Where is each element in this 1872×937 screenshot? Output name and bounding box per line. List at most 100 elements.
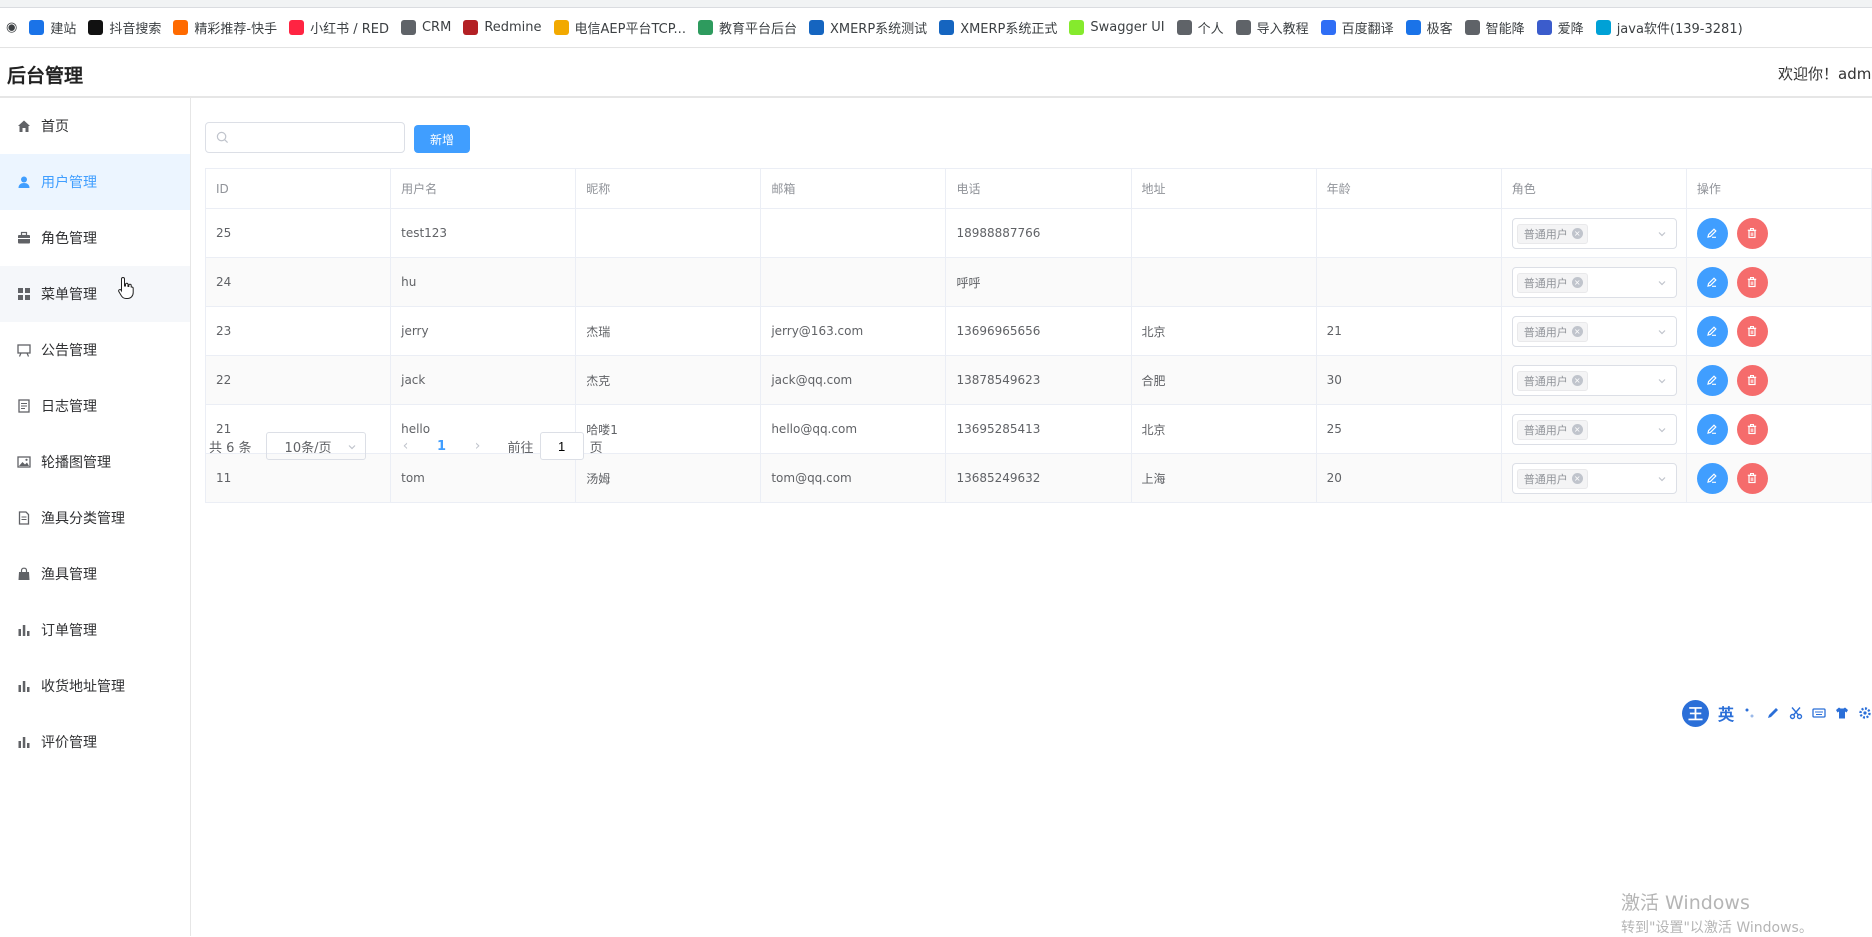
delete-button[interactable] bbox=[1736, 315, 1768, 347]
next-page-button[interactable]: › bbox=[464, 438, 492, 454]
bookmark-item[interactable]: XMERP系统正式 bbox=[939, 18, 1057, 37]
role-select[interactable]: 普通用户 × bbox=[1511, 217, 1677, 249]
tag-close-icon[interactable]: × bbox=[1571, 228, 1583, 239]
ime-language[interactable]: 英 bbox=[1718, 701, 1734, 725]
edit-pencil-icon bbox=[1707, 375, 1718, 385]
role-tag-label: 普通用户 bbox=[1523, 325, 1568, 339]
bookmark-item[interactable]: 电信AEP平台TCP... bbox=[553, 18, 686, 37]
cell-username: jack bbox=[391, 356, 577, 404]
column-header: 角色 bbox=[1502, 169, 1687, 208]
search-input[interactable] bbox=[236, 128, 396, 148]
ime-logo[interactable]: 王 bbox=[1682, 699, 1709, 727]
search-box[interactable] bbox=[205, 122, 405, 153]
chevron-down-icon bbox=[1657, 375, 1667, 385]
punctuation-icon[interactable] bbox=[1743, 706, 1757, 720]
sidebar-item[interactable]: 订单管理 bbox=[0, 602, 190, 658]
settings-gear-icon[interactable] bbox=[1858, 706, 1872, 720]
sidebar-item[interactable]: 首页 bbox=[0, 98, 190, 154]
bookmark-item[interactable]: Swagger UI bbox=[1069, 20, 1165, 35]
bookmark-item[interactable]: 个人 bbox=[1176, 18, 1224, 37]
translate-icon bbox=[1320, 20, 1336, 35]
bookmark-item[interactable]: 智能降 bbox=[1464, 18, 1525, 37]
log-icon bbox=[16, 399, 31, 414]
edit-button[interactable] bbox=[1696, 315, 1728, 347]
delete-button[interactable] bbox=[1736, 413, 1768, 445]
keyboard-icon[interactable] bbox=[1812, 706, 1826, 720]
edit-button[interactable] bbox=[1696, 413, 1728, 445]
bookmark-item[interactable]: 建站 bbox=[29, 18, 76, 37]
goto-page-input[interactable] bbox=[539, 432, 584, 460]
sidebar-item[interactable]: 角色管理 bbox=[0, 210, 190, 266]
sidebar-item[interactable]: 渔具分类管理 bbox=[0, 490, 190, 546]
app-title: 后台管理 bbox=[7, 65, 84, 87]
sidebar-item[interactable]: 菜单管理 bbox=[0, 266, 190, 322]
bookmark-label: XMERP系统正式 bbox=[960, 22, 1058, 37]
document-icon bbox=[16, 511, 31, 526]
sidebar-item[interactable]: 轮播图管理 bbox=[0, 434, 190, 490]
tag-close-icon[interactable]: × bbox=[1571, 326, 1583, 337]
delete-button[interactable] bbox=[1736, 462, 1768, 494]
column-header: 昵称 bbox=[576, 169, 762, 208]
bookmark-item[interactable]: java软件(139-3281) bbox=[1595, 18, 1743, 37]
sidebar-item[interactable]: 公告管理 bbox=[0, 322, 190, 378]
tag-close-icon[interactable]: × bbox=[1571, 424, 1583, 435]
cell-phone: 13685249632 bbox=[946, 454, 1132, 502]
cell-role: 普通用户 × bbox=[1502, 405, 1687, 453]
bookmark-item[interactable]: 爱降 bbox=[1536, 18, 1584, 37]
bookmark-label: 教育平台后台 bbox=[718, 22, 797, 37]
sidebar-item[interactable]: 日志管理 bbox=[0, 378, 190, 434]
bookmark-item[interactable]: 百度翻译 bbox=[1320, 18, 1394, 37]
cell-actions bbox=[1687, 307, 1872, 355]
bookmark-item[interactable]: CRM bbox=[400, 20, 451, 35]
bookmark-label: 个人 bbox=[1197, 22, 1224, 37]
pen-icon[interactable] bbox=[1766, 706, 1780, 720]
page-size-value: 10条/页 bbox=[284, 440, 332, 456]
page-size-select[interactable]: 10条/页 bbox=[265, 432, 366, 460]
scissors-icon[interactable] bbox=[1789, 706, 1803, 720]
add-button[interactable]: 新增 bbox=[414, 125, 470, 153]
current-page[interactable]: 1 bbox=[426, 439, 458, 454]
edit-button[interactable] bbox=[1696, 462, 1728, 494]
prev-page-button[interactable]: ‹ bbox=[392, 438, 420, 454]
delete-button[interactable] bbox=[1736, 266, 1768, 298]
bookmark-item[interactable]: XMERP系统测试 bbox=[808, 18, 927, 37]
sidebar-item-label: 渔具分类管理 bbox=[41, 511, 125, 527]
bookmarks-bar: ◉ 建站 抖音搜索 精彩推荐-快手 小红书 / RED CRM Redmine 电信AEP平台… bbox=[0, 8, 1872, 48]
sidebar-item-label: 评价管理 bbox=[41, 735, 97, 751]
sidebar-item[interactable]: 收货地址管理 bbox=[0, 658, 190, 714]
bookmark-item[interactable]: Redmine bbox=[463, 20, 542, 35]
bookmark-item[interactable]: 导入教程 bbox=[1235, 18, 1309, 37]
bookmark-item[interactable]: 抖音搜索 bbox=[88, 18, 161, 37]
bookmark-item[interactable]: 精彩推荐-快手 bbox=[173, 18, 277, 37]
goto-label: 前往 bbox=[507, 440, 534, 456]
delete-button[interactable] bbox=[1736, 217, 1768, 249]
role-select[interactable]: 普通用户 × bbox=[1511, 266, 1677, 298]
welcome-text[interactable]: 欢迎你！admin bbox=[1778, 63, 1872, 84]
role-select[interactable]: 普通用户 × bbox=[1511, 364, 1677, 396]
tag-close-icon[interactable]: × bbox=[1571, 473, 1583, 484]
cell-phone: 呼呼 bbox=[946, 258, 1132, 306]
skin-shirt-icon[interactable] bbox=[1835, 706, 1849, 720]
role-select[interactable]: 普通用户 × bbox=[1511, 462, 1677, 494]
tag-close-icon[interactable]: × bbox=[1571, 277, 1583, 288]
edit-button[interactable] bbox=[1696, 266, 1728, 298]
bookmark-item[interactable]: 小红书 / RED bbox=[289, 18, 389, 37]
aep-icon bbox=[553, 20, 569, 35]
sidebar-item[interactable]: 评价管理 bbox=[0, 714, 190, 770]
apps-icon[interactable]: ◉ bbox=[6, 20, 17, 35]
bookmark-item[interactable]: 极客 bbox=[1405, 18, 1453, 37]
edit-button[interactable] bbox=[1696, 364, 1728, 396]
column-header: 年龄 bbox=[1317, 169, 1502, 208]
sidebar-item[interactable]: 渔具管理 bbox=[0, 546, 190, 602]
delete-button[interactable] bbox=[1736, 364, 1768, 396]
tag-close-icon[interactable]: × bbox=[1571, 375, 1583, 386]
role-select[interactable]: 普通用户 × bbox=[1511, 413, 1677, 445]
cell-username: tom bbox=[391, 454, 577, 502]
bookmark-label: 建站 bbox=[50, 22, 77, 37]
edit-button[interactable] bbox=[1696, 217, 1728, 249]
cell-phone: 13878549623 bbox=[946, 356, 1132, 404]
bookmark-item[interactable]: 教育平台后台 bbox=[697, 18, 797, 37]
role-select[interactable]: 普通用户 × bbox=[1511, 315, 1677, 347]
sidebar-item[interactable]: 用户管理 bbox=[0, 154, 190, 210]
redmine-icon bbox=[463, 20, 479, 35]
